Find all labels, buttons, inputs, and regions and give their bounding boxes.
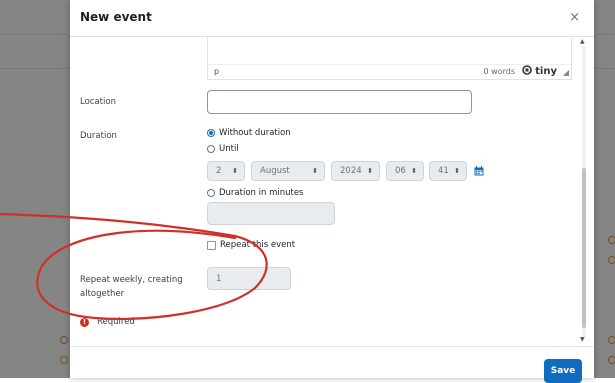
chevron-updown-icon: ⬍ [411, 167, 417, 175]
duration-without-option[interactable]: Without duration [207, 128, 291, 138]
repeat-weekly-label: Repeat weekly, creating altogether [80, 275, 183, 299]
repeat-weekly-input[interactable] [207, 267, 291, 290]
editor-path[interactable]: p [214, 67, 219, 76]
close-icon[interactable]: × [569, 11, 580, 25]
radio-icon[interactable] [207, 189, 215, 197]
chevron-updown-icon: ⬍ [367, 167, 373, 175]
tiny-brand-text: tiny [535, 66, 557, 77]
until-year-value: 2024 [340, 166, 362, 176]
repeat-event-checkbox[interactable] [207, 240, 216, 250]
scroll-up-arrow-icon[interactable]: ▲ [580, 38, 585, 45]
resize-handle-icon[interactable]: ◢ [563, 68, 569, 77]
location-label: Location [80, 97, 116, 107]
dialog-footer: Save [70, 346, 594, 383]
radio-checked-icon[interactable] [207, 129, 215, 137]
dialog-body: p 0 words tiny ◢ Location Duration Witho… [70, 37, 594, 345]
until-minute-value: 41 [438, 166, 449, 176]
tiny-logo[interactable]: tiny [521, 65, 557, 77]
chevron-updown-icon: ⬍ [232, 167, 238, 175]
chevron-updown-icon: ⬍ [454, 167, 460, 175]
chevron-updown-icon: ⬍ [312, 167, 318, 175]
required-icon: ! [80, 317, 89, 327]
until-day-value: 2 [216, 166, 222, 176]
tiny-logo-icon [521, 65, 532, 75]
repeat-event-label: Repeat this event [220, 240, 296, 250]
dialog-header: New event × [70, 0, 594, 37]
duration-label: Duration [80, 131, 117, 141]
scroll-down-arrow-icon[interactable]: ▼ [580, 336, 585, 343]
duration-until-label: Until [219, 144, 239, 154]
required-note: ! Required [80, 317, 135, 327]
duration-minutes-input[interactable] [207, 202, 335, 225]
duration-until-option[interactable]: Until [207, 144, 239, 154]
dialog-scrollbar[interactable]: ▲ ▼ [580, 38, 588, 346]
dialog-title: New event [80, 10, 152, 24]
repeat-event-checkbox-row[interactable]: Repeat this event [207, 240, 295, 250]
until-month-select[interactable]: August ⬍ [251, 161, 325, 181]
editor-statusbar: p 0 words tiny ◢ [208, 64, 571, 79]
description-editor[interactable]: p 0 words tiny ◢ [207, 37, 572, 80]
until-day-select[interactable]: 2 ⬍ [207, 161, 245, 181]
duration-minutes-label: Duration in minutes [219, 188, 304, 198]
new-event-dialog: New event × p 0 words tiny ◢ Location Du… [70, 0, 594, 383]
required-text: Required [97, 317, 135, 327]
until-minute-select[interactable]: 41 ⬍ [429, 161, 467, 181]
editor-word-count: 0 words [483, 67, 515, 76]
radio-icon[interactable] [207, 145, 215, 153]
duration-without-label: Without duration [219, 128, 291, 138]
calendar-icon[interactable] [474, 166, 484, 176]
location-input[interactable] [207, 90, 472, 114]
scrollbar-thumb[interactable] [582, 168, 586, 328]
save-button[interactable]: Save [544, 359, 582, 383]
until-hour-value: 06 [395, 166, 406, 176]
until-month-value: August [260, 166, 290, 176]
until-hour-select[interactable]: 06 ⬍ [386, 161, 424, 181]
duration-minutes-option[interactable]: Duration in minutes [207, 188, 303, 198]
until-year-select[interactable]: 2024 ⬍ [331, 161, 380, 181]
